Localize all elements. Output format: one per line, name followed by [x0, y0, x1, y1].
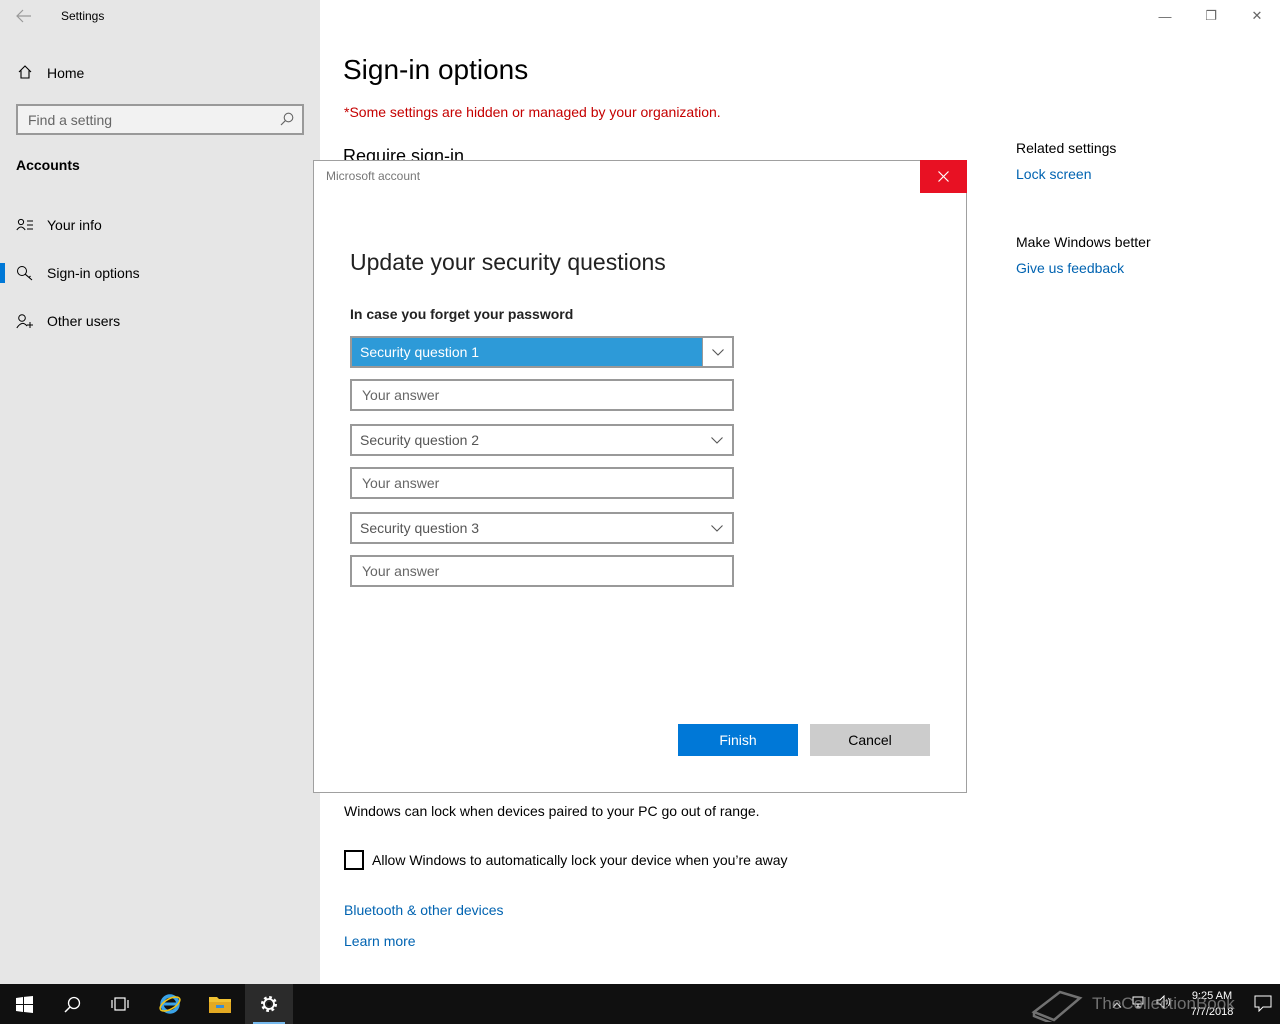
security-answer-2-field[interactable] [350, 467, 734, 499]
learn-more-link[interactable]: Learn more [344, 933, 416, 949]
dynamic-lock-checkbox-label: Allow Windows to automatically lock your… [372, 852, 788, 868]
task-view-button[interactable] [96, 984, 144, 1024]
chevron-down-icon [702, 426, 732, 454]
org-warning: *Some settings are hidden or managed by … [344, 104, 721, 120]
answer-3-input[interactable] [352, 557, 732, 585]
internet-explorer-icon [159, 994, 181, 1014]
restore-button[interactable]: ❐ [1188, 0, 1234, 32]
person-add-icon [16, 313, 34, 329]
gear-icon [261, 996, 277, 1012]
minimize-button[interactable]: — [1142, 0, 1188, 32]
make-windows-better-title: Make Windows better [1016, 234, 1151, 250]
dynamic-lock-description: Windows can lock when devices paired to … [344, 803, 760, 819]
finish-button[interactable]: Finish [678, 724, 798, 756]
security-question-2-dropdown[interactable]: Security question 2 [350, 424, 734, 456]
nav-home-label: Home [47, 65, 85, 81]
back-button[interactable] [0, 0, 48, 32]
dropdown-value: Security question 2 [360, 432, 480, 448]
key-icon [16, 265, 34, 281]
back-arrow-icon [16, 9, 31, 23]
task-view-icon [111, 997, 129, 1011]
watermark-text: TheCollectionBook [1092, 994, 1235, 1013]
sidebar-item-label: Sign-in options [47, 265, 140, 281]
security-answer-3-field[interactable] [350, 555, 734, 587]
home-icon [17, 64, 33, 83]
title-bar: Settings [0, 0, 320, 32]
restore-icon: ❐ [1205, 8, 1217, 23]
search-icon [63, 996, 80, 1013]
start-button[interactable] [0, 984, 48, 1024]
app-title: Settings [61, 9, 105, 23]
nav-home[interactable]: Home [0, 56, 320, 90]
folder-icon [209, 997, 231, 1013]
sidebar-item-your-info[interactable]: Your info [0, 205, 320, 245]
dialog-caption: Microsoft account [326, 169, 421, 183]
dialog-subheading: In case you forget your password [350, 306, 574, 322]
book-logo-icon [1031, 990, 1083, 1022]
file-explorer-button[interactable] [196, 984, 244, 1024]
settings-sidebar: Settings Home Accounts Your info Sign-in… [0, 0, 320, 984]
dropdown-value: Security question 3 [360, 520, 480, 536]
page-title: Sign-in options [343, 54, 529, 85]
sidebar-item-label: Other users [47, 313, 121, 329]
windows-logo-icon [15, 995, 33, 1013]
section-title: Accounts [16, 157, 80, 173]
person-card-icon [16, 218, 34, 232]
give-feedback-link[interactable]: Give us feedback [1016, 260, 1124, 276]
chevron-down-icon [702, 338, 732, 366]
dropdown-value: Security question 1 [360, 344, 480, 360]
search-box[interactable] [16, 104, 304, 135]
security-question-3-dropdown[interactable]: Security question 3 [350, 512, 734, 544]
search-input[interactable] [18, 111, 268, 128]
answer-2-input[interactable] [352, 469, 732, 497]
sidebar-item-sign-in-options[interactable]: Sign-in options [0, 253, 320, 293]
close-icon: ✕ [1251, 8, 1263, 23]
dialog-heading: Update your security questions [350, 249, 666, 275]
lock-screen-link[interactable]: Lock screen [1016, 166, 1091, 182]
sidebar-item-label: Your info [47, 217, 102, 233]
sidebar-item-other-users[interactable]: Other users [0, 301, 320, 341]
security-questions-dialog: Microsoft account Update your security q… [313, 160, 967, 793]
close-icon [938, 171, 949, 182]
edge-browser-button[interactable] [146, 984, 194, 1024]
cancel-button[interactable]: Cancel [810, 724, 930, 756]
dialog-close-button[interactable] [920, 160, 967, 193]
action-center-icon[interactable] [1254, 994, 1272, 1017]
related-settings-title: Related settings [1016, 140, 1117, 156]
settings-taskbar-button[interactable] [245, 984, 293, 1024]
bluetooth-devices-link[interactable]: Bluetooth & other devices [344, 902, 504, 918]
close-button[interactable]: ✕ [1234, 0, 1280, 32]
dynamic-lock-checkbox[interactable] [344, 850, 364, 870]
dynamic-lock-checkbox-row[interactable]: Allow Windows to automatically lock your… [344, 850, 788, 870]
security-question-1-dropdown[interactable]: Security question 1 [350, 336, 734, 368]
chevron-down-icon [702, 514, 732, 542]
answer-1-input[interactable] [352, 381, 732, 409]
security-answer-1-field[interactable] [350, 379, 734, 411]
window-controls: — ❐ ✕ [1142, 0, 1280, 32]
minimize-icon: — [1158, 8, 1172, 24]
taskbar-search-button[interactable] [48, 984, 96, 1024]
watermark: TheCollectionBook [1030, 984, 1235, 1024]
search-icon[interactable] [280, 112, 294, 126]
